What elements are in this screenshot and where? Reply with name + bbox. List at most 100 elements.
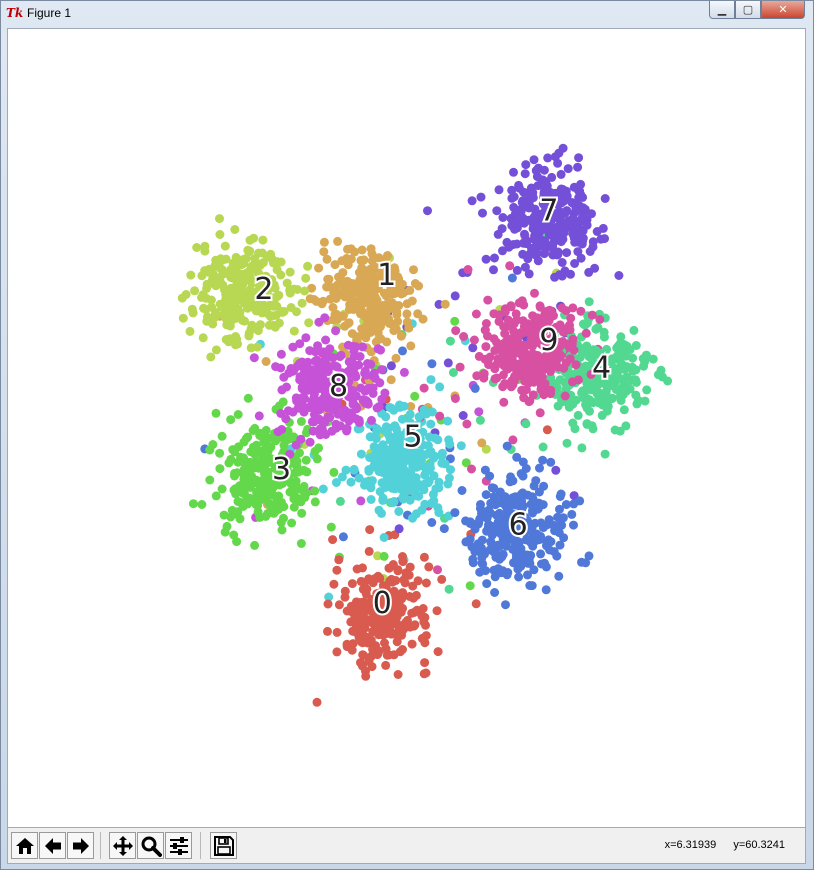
scatter-point <box>261 357 271 366</box>
scatter-point <box>308 426 318 436</box>
scatter-point <box>558 184 568 194</box>
scatter-point <box>419 383 429 393</box>
scatter-point <box>185 326 195 336</box>
back-button[interactable] <box>39 832 66 859</box>
scatter-point <box>532 313 542 323</box>
scatter-point <box>295 375 305 385</box>
scatter-point <box>506 382 516 392</box>
scatter-point <box>236 498 246 507</box>
scatter-point <box>577 557 586 567</box>
scatter-point <box>381 644 391 654</box>
scatter-point <box>492 206 502 216</box>
zoom-button[interactable] <box>137 832 164 859</box>
scatter-point <box>477 553 487 563</box>
maximize-button[interactable]: ▢ <box>735 1 761 19</box>
scatter-point <box>347 579 357 589</box>
scatter-point <box>571 395 581 405</box>
scatter-point <box>303 261 313 271</box>
scatter-point <box>386 361 396 371</box>
scatter-point <box>573 410 583 420</box>
scatter-point <box>520 353 530 363</box>
scatter-point <box>440 299 450 309</box>
scatter-point <box>377 508 386 518</box>
scatter-point <box>582 362 592 372</box>
scatter-point <box>509 167 518 177</box>
scatter-point <box>424 562 434 572</box>
scatter-point <box>528 494 538 504</box>
scatter-point <box>543 153 553 163</box>
scatter-point <box>487 483 497 493</box>
scatter-point <box>328 303 338 312</box>
scatter-point <box>231 282 241 292</box>
scatter-point <box>301 455 311 465</box>
scatter-point <box>341 465 351 475</box>
scatter-point <box>474 517 484 527</box>
save-button[interactable] <box>210 832 237 859</box>
scatter-point <box>656 365 666 375</box>
scatter-point <box>386 458 396 468</box>
scatter-point <box>569 499 579 509</box>
scatter-point <box>517 296 527 306</box>
home-button[interactable] <box>11 832 38 859</box>
scatter-point <box>343 255 352 265</box>
scatter-point <box>450 291 460 301</box>
scatter-point <box>445 336 455 346</box>
coord-x: x=6.31939 <box>664 839 717 851</box>
scatter-point <box>379 533 389 542</box>
scatter-point <box>409 607 419 617</box>
scatter-point <box>258 258 268 268</box>
scatter-point <box>600 449 610 459</box>
scatter-point <box>301 333 311 343</box>
scatter-point <box>217 484 227 494</box>
scatter-point <box>402 299 412 309</box>
scatter-point <box>617 386 627 396</box>
scatter-point <box>490 374 500 384</box>
scatter-point <box>211 408 221 418</box>
scatter-point <box>458 411 468 420</box>
scatter-point <box>501 600 510 610</box>
scatter-point <box>476 192 486 202</box>
scatter-point <box>206 295 216 305</box>
scatter-point <box>553 158 563 168</box>
minimize-button[interactable]: ▁ <box>709 1 735 19</box>
figure-canvas[interactable]: 0 1 2 3 4 5 6 7 8 9 <box>7 28 806 828</box>
scatter-point <box>603 401 613 411</box>
scatter-point <box>519 322 529 331</box>
scatter-point <box>481 490 491 500</box>
scatter-point <box>450 508 460 518</box>
scatter-point <box>642 385 652 395</box>
scatter-point <box>481 342 491 352</box>
scatter-point <box>309 417 319 427</box>
scatter-plot[interactable]: 0 1 2 3 4 5 6 7 8 9 <box>8 29 805 827</box>
scatter-point <box>542 425 552 435</box>
scatter-point <box>528 508 538 518</box>
scatter-point <box>530 518 540 528</box>
home-icon <box>15 837 34 854</box>
toolbar-separator <box>200 832 201 859</box>
scatter-point <box>563 164 573 174</box>
close-button[interactable]: ✕ <box>761 1 805 19</box>
scatter-point <box>450 316 460 326</box>
scatter-point <box>566 269 575 279</box>
subplots-button[interactable] <box>165 832 192 859</box>
scatter-point <box>357 263 367 273</box>
scatter-point <box>347 410 357 420</box>
scatter-point <box>333 236 343 246</box>
scatter-point <box>334 272 343 282</box>
scatter-point <box>401 617 411 627</box>
scatter-point <box>229 530 239 540</box>
scatter-point <box>359 282 369 292</box>
scatter-point <box>493 354 503 364</box>
scatter-point <box>555 492 565 501</box>
scatter-point <box>363 399 373 409</box>
pan-button[interactable] <box>109 832 136 859</box>
forward-button[interactable] <box>67 832 94 859</box>
scatter-point <box>420 470 430 480</box>
scatter-point <box>536 375 546 385</box>
scatter-point <box>402 309 412 319</box>
title-bar[interactable]: Tk Figure 1 ▁ ▢ ✕ <box>1 1 813 25</box>
scatter-point <box>632 399 642 409</box>
scatter-point <box>357 245 367 255</box>
scatter-point <box>527 581 537 591</box>
scatter-point <box>323 626 332 636</box>
